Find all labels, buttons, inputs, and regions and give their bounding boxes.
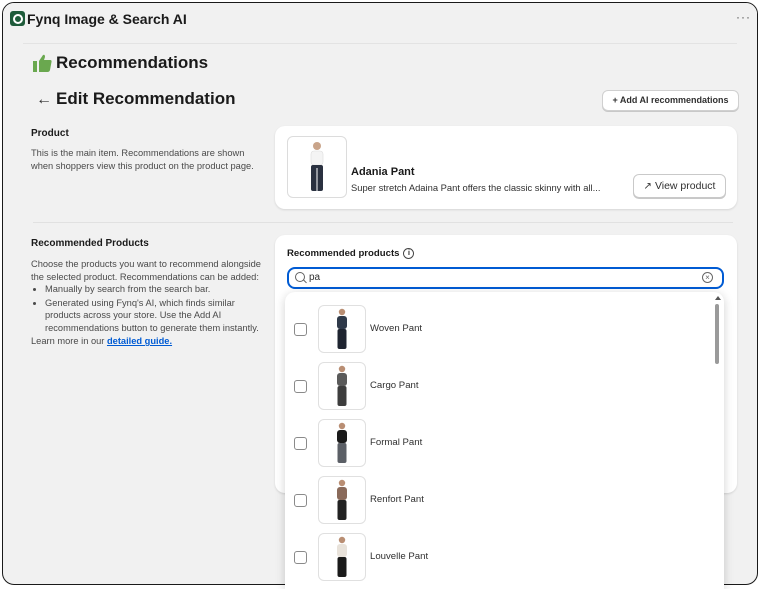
- product-description: Super stretch Adaina Pant offers the cla…: [351, 182, 601, 193]
- recommended-products-label: Recommended products i: [287, 248, 415, 259]
- search-icon: [295, 272, 305, 282]
- list-item[interactable]: Louvelle Pant: [285, 529, 705, 586]
- recommended-intro: Choose the products you want to recommen…: [31, 259, 261, 282]
- option-checkbox[interactable]: [294, 380, 307, 393]
- learn-more-prefix: Learn more in our: [31, 336, 107, 346]
- list-item[interactable]: Renfort Pant: [285, 472, 705, 529]
- recommended-section-title: Recommended Products: [31, 238, 149, 249]
- option-label: Renfort Pant: [370, 494, 424, 505]
- info-icon[interactable]: i: [403, 248, 415, 259]
- product-thumbnail: [287, 136, 347, 198]
- product-section-title: Product: [31, 128, 69, 139]
- option-checkbox[interactable]: [294, 437, 307, 450]
- page-title: Edit Recommendation: [56, 89, 236, 108]
- app-title: Fynq Image & Search AI: [27, 11, 187, 27]
- model-image: [337, 422, 347, 463]
- product-name: Adania Pant: [351, 166, 415, 178]
- option-checkbox[interactable]: [294, 494, 307, 507]
- bullet-item: Manually by search from the search bar.: [45, 283, 265, 296]
- divider: [23, 43, 737, 44]
- option-thumbnail: [318, 419, 366, 467]
- view-product-label: View product: [654, 180, 716, 192]
- list-item[interactable]: Formal Pant: [285, 415, 705, 472]
- option-label: Cargo Pant: [370, 380, 419, 391]
- list-item[interactable]: Cargo Pant: [285, 358, 705, 415]
- option-thumbnail: [318, 305, 366, 353]
- title-bar: Fynq Image & Search AI ···: [3, 3, 757, 39]
- model-image: [337, 536, 347, 577]
- model-image: [337, 365, 347, 406]
- scroll-up-arrow-icon[interactable]: [715, 296, 721, 300]
- recommended-bullets: Manually by search from the search bar. …: [31, 283, 265, 334]
- option-checkbox[interactable]: [294, 323, 307, 336]
- learn-more-text: Learn more in our detailed guide.: [31, 335, 265, 348]
- product-section-description: This is the main item. Recommendations a…: [31, 148, 254, 171]
- back-button[interactable]: ←: [36, 91, 52, 109]
- search-input[interactable]: [309, 272, 689, 283]
- recommended-section-description: Choose the products you want to recommen…: [31, 258, 265, 348]
- clear-search-icon[interactable]: ×: [702, 272, 713, 283]
- add-ai-recommendations-button[interactable]: + Add AI recommendations: [602, 90, 739, 111]
- option-checkbox[interactable]: [294, 551, 307, 564]
- product-card: Adania Pant Super stretch Adaina Pant of…: [275, 126, 737, 209]
- option-label: Woven Pant: [370, 323, 423, 334]
- option-label: Louvelle Pant: [370, 551, 429, 562]
- search-results-dropdown: Woven Pant Cargo Pant Formal Pant Renfor…: [285, 292, 724, 589]
- divider: [33, 222, 733, 223]
- scrollbar[interactable]: [712, 294, 724, 584]
- model-image: [337, 479, 347, 520]
- app-logo-icon: [10, 11, 25, 26]
- external-link-icon: ↗: [643, 181, 652, 192]
- list-item[interactable]: Woven Pant: [285, 301, 705, 358]
- view-product-button[interactable]: ↗ View product: [633, 174, 726, 198]
- scrollbar-thumb[interactable]: [715, 304, 719, 364]
- option-label: Formal Pant: [370, 437, 423, 448]
- model-image: [310, 142, 324, 191]
- option-thumbnail: [318, 533, 366, 581]
- search-box[interactable]: ×: [287, 267, 724, 289]
- more-options-icon[interactable]: ···: [736, 10, 751, 24]
- detailed-guide-link[interactable]: detailed guide.: [107, 336, 172, 346]
- recommendations-title: Recommendations: [56, 53, 209, 72]
- option-thumbnail: [318, 476, 366, 524]
- option-thumbnail: [318, 362, 366, 410]
- recommended-products-label-text: Recommended products: [287, 248, 400, 259]
- thumbs-up-icon: [33, 54, 52, 72]
- bullet-item: Generated using Fynq's AI, which finds s…: [45, 297, 265, 335]
- model-image: [337, 308, 347, 349]
